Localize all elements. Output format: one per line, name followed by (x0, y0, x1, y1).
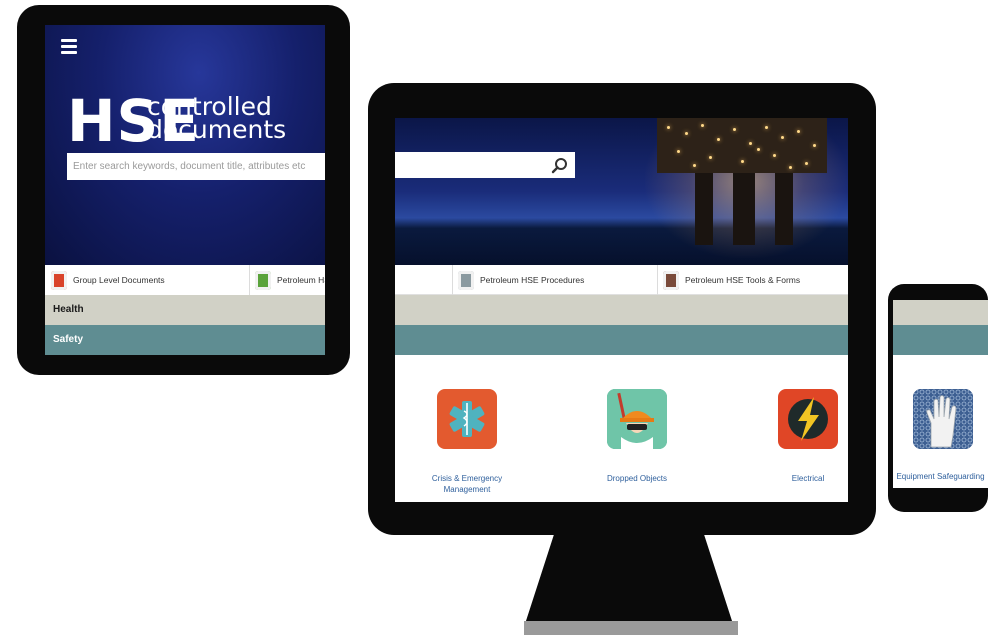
category-label: Group Level Documents (73, 275, 165, 285)
tools-forms-document-icon (663, 270, 679, 290)
monitor-stand (524, 621, 738, 635)
search-icon[interactable] (551, 157, 569, 175)
row-safety[interactable] (395, 325, 848, 355)
tile-dropped-objects[interactable] (607, 389, 667, 449)
category-procedures[interactable]: Petroleum HSE Procedures (458, 269, 584, 291)
search-input[interactable] (395, 152, 575, 178)
row-safety[interactable] (893, 325, 988, 355)
desktop-screen: Petroleum HSE Procedures Petroleum HSE T… (395, 118, 848, 502)
row-health[interactable] (893, 300, 988, 325)
row-safety[interactable]: Safety (45, 325, 325, 355)
lightning-bolt-icon (788, 397, 828, 441)
category-bar: Group Level Documents Petroleum HSE (45, 265, 325, 295)
phone-screen: Equipment Safeguarding (893, 300, 988, 488)
search-input[interactable] (67, 153, 325, 180)
category-divider (452, 265, 453, 295)
safety-glove-icon (913, 389, 973, 449)
star-of-life-icon (449, 401, 485, 437)
category-bar: Petroleum HSE Procedures Petroleum HSE T… (395, 265, 848, 295)
category-petroleum-hse[interactable]: Petroleum HSE (255, 269, 325, 291)
category-label: Petroleum HSE Tools & Forms (685, 275, 801, 285)
tile-label-electrical[interactable]: Electrical (753, 473, 848, 484)
oil-platform-legs (657, 118, 827, 265)
brand-line-2: documents (147, 115, 287, 144)
category-tools-forms[interactable]: Petroleum HSE Tools & Forms (663, 269, 800, 291)
category-divider (657, 265, 658, 295)
document-red-icon (51, 270, 67, 290)
tile-label-equipment[interactable]: Equipment Safeguarding (893, 472, 988, 481)
monitor-neck (525, 534, 733, 624)
category-label: Petroleum HSE Procedures (480, 275, 585, 285)
category-label: Petroleum HSE (277, 275, 325, 285)
hard-hat-worker-icon (607, 389, 667, 449)
tablet-screen: HSE controlled documents Group Level Doc… (45, 25, 325, 355)
procedures-document-icon (458, 270, 474, 290)
tile-label-dropped[interactable]: Dropped Objects (582, 473, 692, 484)
tile-electrical[interactable] (778, 389, 838, 449)
category-group-level-documents[interactable]: Group Level Documents (51, 269, 165, 291)
tile-equipment-safeguarding[interactable] (913, 389, 973, 449)
tile-crisis-emergency[interactable] (437, 389, 497, 449)
category-divider (249, 265, 250, 295)
row-health[interactable]: Health (45, 295, 325, 325)
tile-label-crisis[interactable]: Crisis & Emergency Management (412, 473, 522, 495)
row-health[interactable] (395, 295, 848, 325)
hamburger-icon[interactable] (61, 39, 77, 57)
brand-subtitle: controlled documents (147, 94, 287, 144)
document-green-icon (255, 270, 271, 290)
